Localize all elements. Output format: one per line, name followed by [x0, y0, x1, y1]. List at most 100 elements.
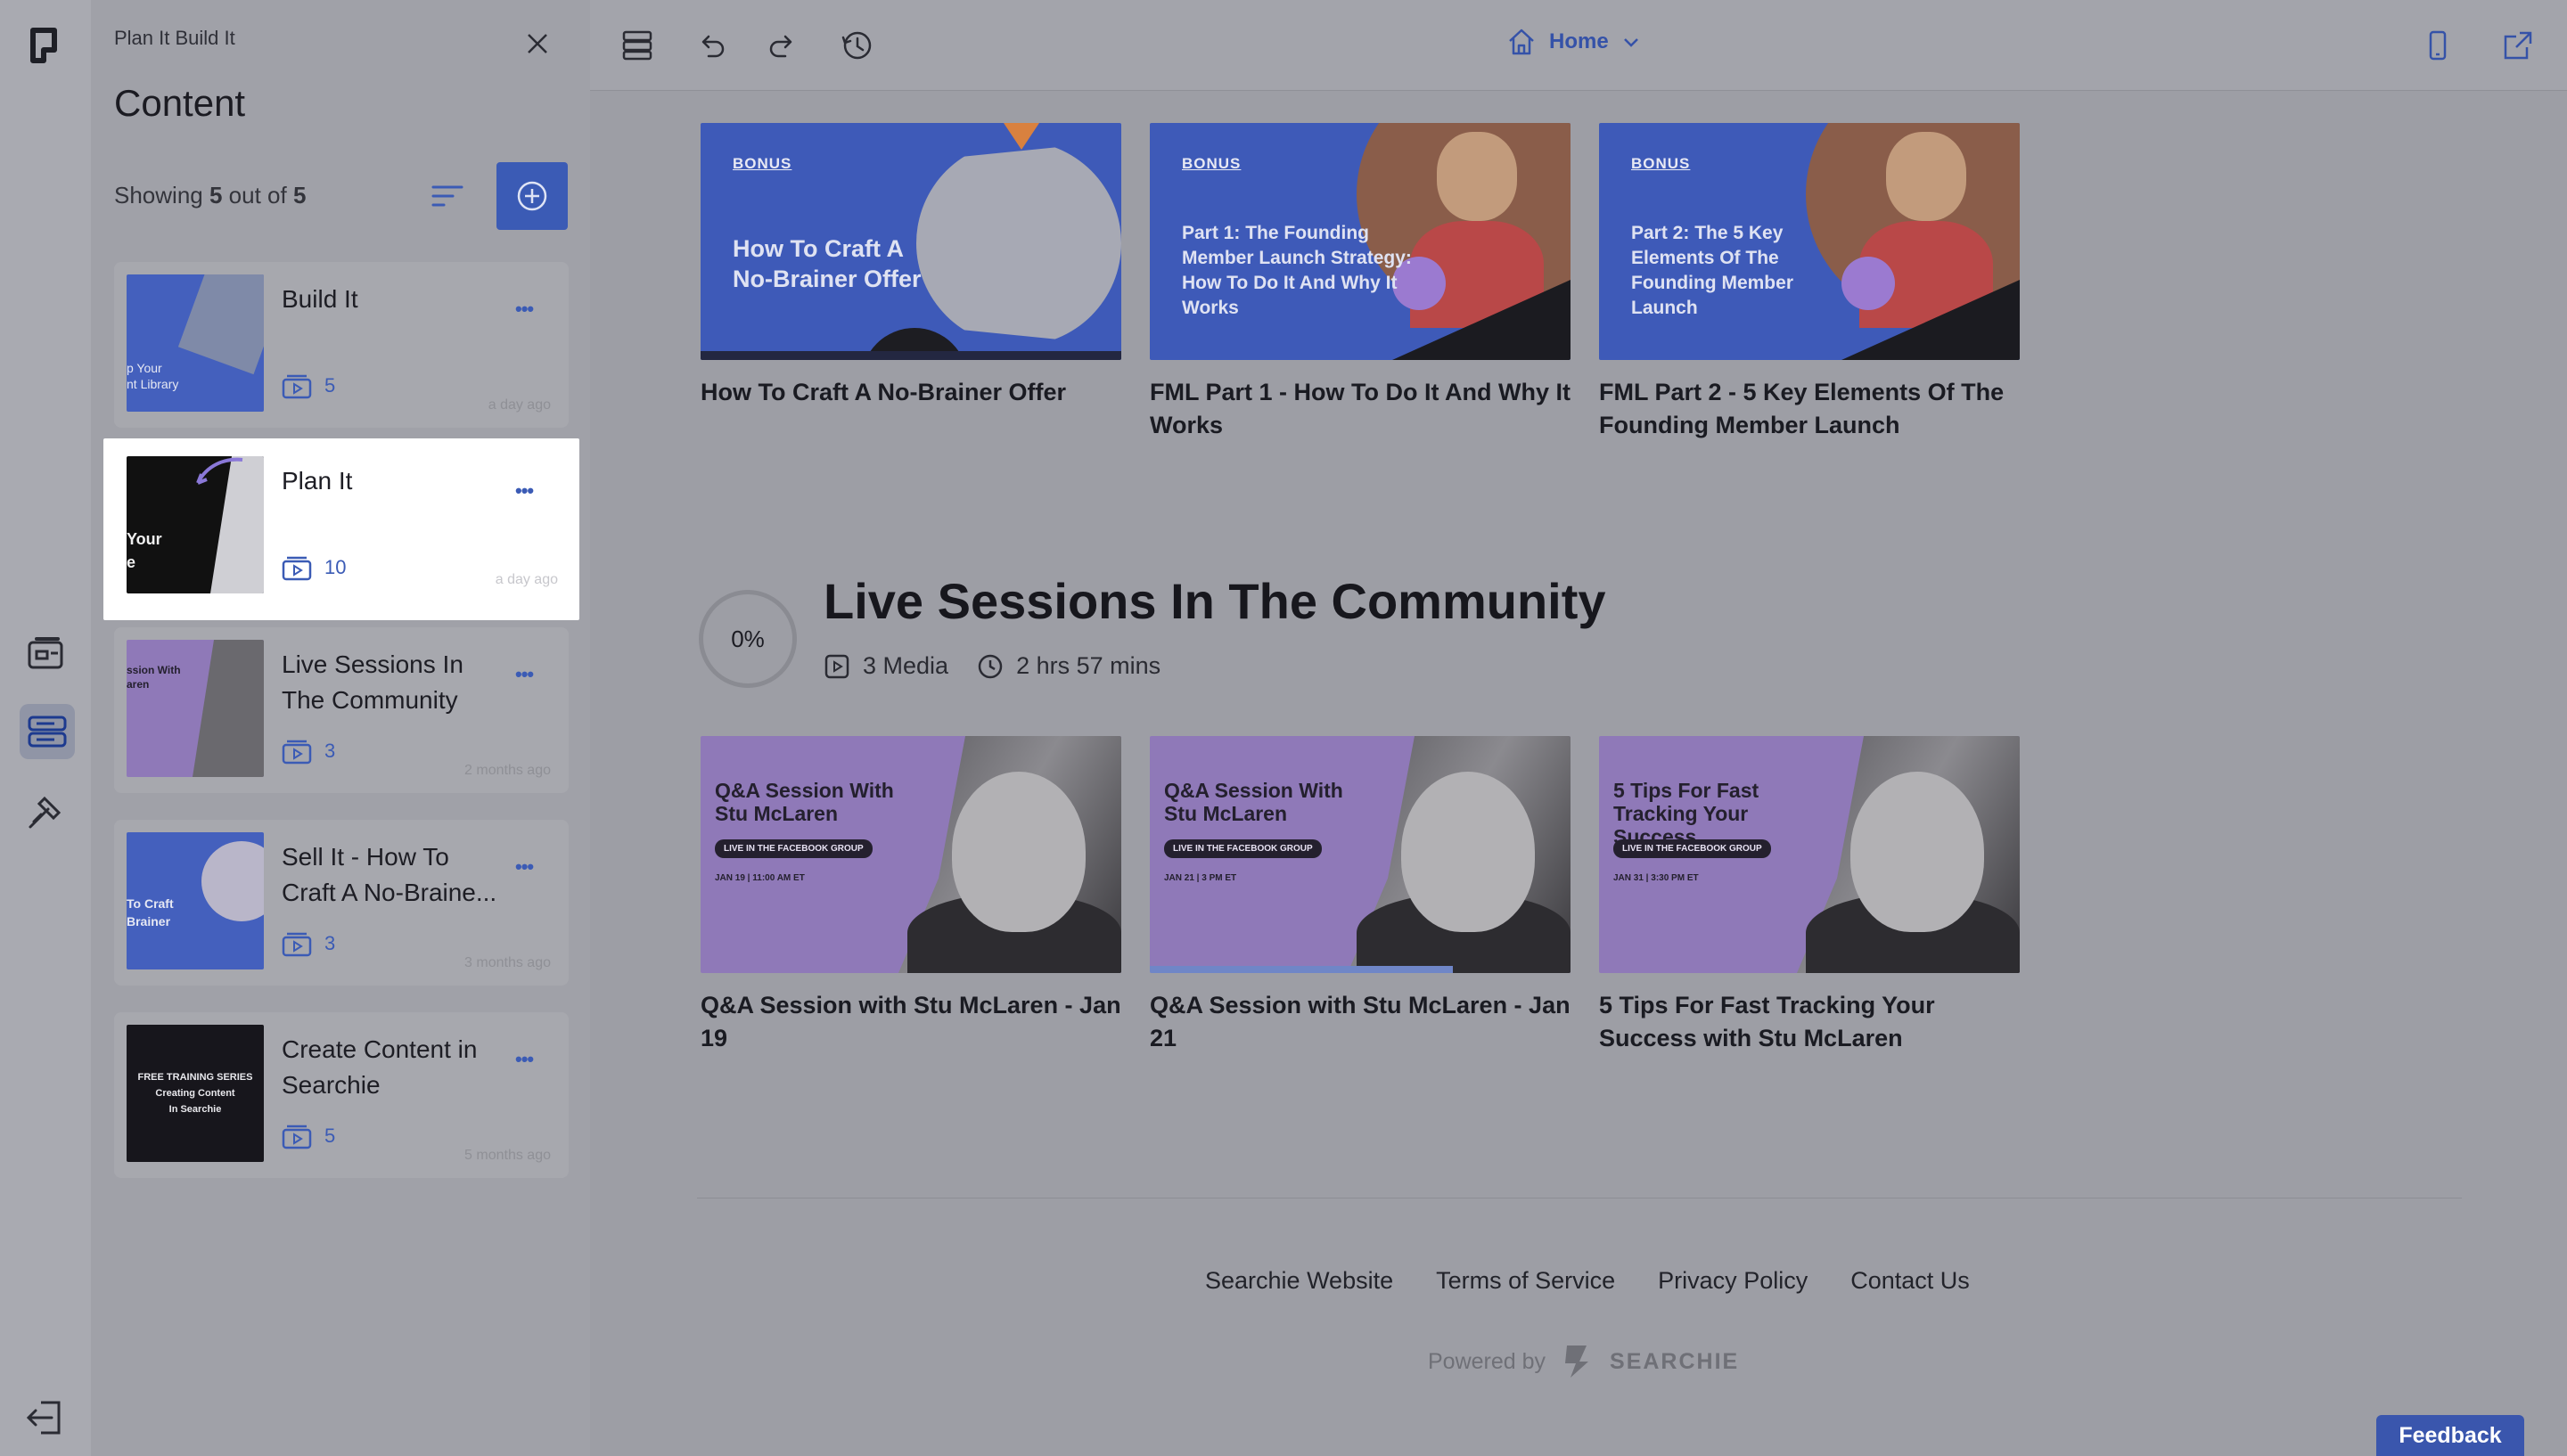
clock-icon: [978, 654, 1003, 678]
plus-circle-icon: [517, 181, 547, 211]
thumbnail-title: Part 1: The Founding Member Launch Strat…: [1182, 223, 1412, 318]
redo-icon[interactable]: [763, 25, 804, 66]
thumb-text: Your e: [127, 530, 162, 571]
showing-prefix: Showing: [114, 182, 209, 209]
card-name: Plan It: [282, 467, 353, 495]
layout-icon[interactable]: [617, 25, 658, 66]
video-tile[interactable]: Q&A Session With Stu McLaren LIVE IN THE…: [1150, 736, 1571, 1055]
video-tile[interactable]: BONUS How To Craft A No-Brainer Offer Ho…: [701, 123, 1121, 409]
more-options-icon[interactable]: •••: [515, 663, 534, 686]
undo-icon[interactable]: [690, 25, 731, 66]
showing-number: 5: [209, 182, 223, 209]
card-thumbnail: FREE TRAINING SERIES Creating Content In…: [127, 1025, 264, 1162]
updated-ago: a day ago: [488, 397, 551, 413]
updated-ago: a day ago: [495, 572, 558, 587]
video-tile[interactable]: BONUS Part 1: The Founding Member Launch…: [1150, 123, 1571, 442]
video-title: 5 Tips For Fast Tracking Your Success wi…: [1599, 992, 1935, 1051]
panel-title: Content: [114, 82, 246, 124]
thumb-text: ssion With aren: [127, 664, 181, 691]
content-card-plan-it[interactable]: Your e Plan It ••• 10 a day ago: [103, 438, 579, 620]
history-icon[interactable]: [836, 25, 877, 66]
content-card-create-content[interactable]: FREE TRAINING SERIES Creating Content In…: [114, 1012, 569, 1178]
section-meta: 3 Media 2 hrs 57 mins: [824, 652, 1160, 680]
more-options-icon[interactable]: •••: [515, 479, 534, 503]
thumbnail-title: Q&A Session With Stu McLaren: [1164, 779, 1343, 825]
thumb-text: FREE TRAINING SERIES Creating Content In…: [137, 1072, 253, 1115]
logout-icon[interactable]: [23, 1395, 68, 1440]
editor-toolbar: Home: [590, 0, 2567, 91]
mobile-preview-icon[interactable]: [2417, 25, 2458, 66]
video-tile[interactable]: Q&A Session With Stu McLaren LIVE IN THE…: [701, 736, 1121, 1055]
card-name: Create Content in Searchie: [282, 1035, 478, 1099]
content-list-icon[interactable]: [20, 704, 75, 759]
more-options-icon[interactable]: •••: [515, 1048, 534, 1071]
card-thumbnail: p Your nt Library: [127, 274, 264, 412]
bonus-tag: BONUS: [733, 155, 792, 172]
section-media-count: 3 Media: [863, 652, 949, 679]
showing-count: Showing 5 out of 5: [114, 182, 306, 209]
thumbnail-title: How To Craft A No-Brainer Offer: [733, 235, 922, 292]
app-logo-icon[interactable]: [23, 23, 68, 68]
footer-links: Searchie Website Terms of Service Privac…: [1205, 1267, 1970, 1295]
content-card-sell-it[interactable]: To Craft Brainer Sell It - How To Craft …: [114, 820, 569, 986]
footer-link-contact[interactable]: Contact Us: [1850, 1267, 1970, 1295]
media-stack-icon: [282, 556, 312, 581]
powered-by[interactable]: Powered by SEARCHIE: [1428, 1342, 1739, 1381]
card-name: Live Sessions In The Community: [282, 650, 463, 714]
media-stack-icon: [282, 374, 312, 399]
video-tile[interactable]: 5 Tips For Fast Tracking Your Success LI…: [1599, 736, 2020, 1055]
video-thumbnail: BONUS Part 1: The Founding Member Launch…: [1150, 123, 1571, 360]
updated-ago: 5 months ago: [464, 1148, 551, 1163]
media-stack-icon: [282, 740, 312, 765]
thumbnail-date: JAN 31 | 3:30 PM ET: [1613, 873, 1699, 883]
thumbnail-pill: LIVE IN THE FACEBOOK GROUP: [1613, 839, 1771, 858]
page-selector[interactable]: Home: [1506, 27, 1641, 57]
section-duration: 2 hrs 57 mins: [1016, 652, 1161, 679]
sort-icon[interactable]: [430, 182, 465, 210]
thumbnail-date: JAN 21 | 3 PM ET: [1164, 873, 1237, 883]
card-thumbnail: ssion With aren: [127, 640, 264, 777]
footer-link-terms[interactable]: Terms of Service: [1436, 1267, 1615, 1295]
more-options-icon[interactable]: •••: [515, 855, 534, 879]
video-thumbnail: BONUS Part 2: The 5 Key Elements Of The …: [1599, 123, 2020, 360]
content-card-build-it[interactable]: p Your nt Library Build It ••• 5 a day a…: [114, 262, 569, 428]
media-count-value: 3: [324, 740, 336, 762]
media-count-value: 5: [324, 374, 336, 397]
video-title: Q&A Session with Stu McLaren - Jan 19: [701, 992, 1121, 1051]
media-icon: [824, 654, 849, 678]
home-icon: [1509, 29, 1534, 55]
more-options-icon[interactable]: •••: [515, 298, 534, 321]
design-tools-icon[interactable]: [23, 789, 68, 834]
searchie-brand: SEARCHIE: [1610, 1348, 1740, 1374]
footer-link-privacy[interactable]: Privacy Policy: [1658, 1267, 1808, 1295]
page-selector-label: Home: [1549, 29, 1609, 53]
add-content-button[interactable]: [496, 162, 568, 230]
open-external-icon[interactable]: [2497, 25, 2538, 66]
card-name: Build It: [282, 285, 358, 313]
breadcrumb: Plan It Build It: [114, 27, 235, 49]
updated-ago: 3 months ago: [464, 955, 551, 970]
video-tile[interactable]: BONUS Part 2: The 5 Key Elements Of The …: [1599, 123, 2020, 442]
thumbnail-title: 5 Tips For Fast Tracking Your Success: [1613, 779, 1759, 848]
close-icon[interactable]: [526, 32, 549, 55]
showing-total: 5: [292, 182, 307, 209]
media-count-value: 10: [324, 556, 347, 578]
content-card-live-sessions[interactable]: ssion With aren Live Sessions In The Com…: [114, 627, 569, 793]
media-stack-icon: [282, 1125, 312, 1149]
video-thumbnail: BONUS How To Craft A No-Brainer Offer: [701, 123, 1121, 360]
left-rail: [0, 0, 91, 1456]
video-title: FML Part 2 - 5 Key Elements Of The Found…: [1599, 379, 2005, 438]
card-name: Sell It - How To Craft A No-Braine...: [282, 843, 497, 906]
progress-ring: 0%: [699, 590, 797, 688]
library-icon[interactable]: [23, 631, 68, 675]
content-panel: Plan It Build It Content Showing 5 out o…: [91, 0, 590, 1456]
showing-mid: out of: [222, 182, 293, 209]
section-title: Live Sessions In The Community: [824, 573, 1606, 629]
card-thumbnail: To Craft Brainer: [127, 832, 264, 969]
media-count: 10: [282, 554, 346, 581]
media-count: 5: [282, 372, 335, 399]
thumbnail-title: Part 2: The 5 Key Elements Of The Foundi…: [1631, 223, 1793, 318]
footer-link-website[interactable]: Searchie Website: [1205, 1267, 1393, 1295]
feedback-button[interactable]: Feedback: [2376, 1415, 2524, 1456]
page-canvas: BONUS How To Craft A No-Brainer Offer Ho…: [590, 91, 2567, 1456]
